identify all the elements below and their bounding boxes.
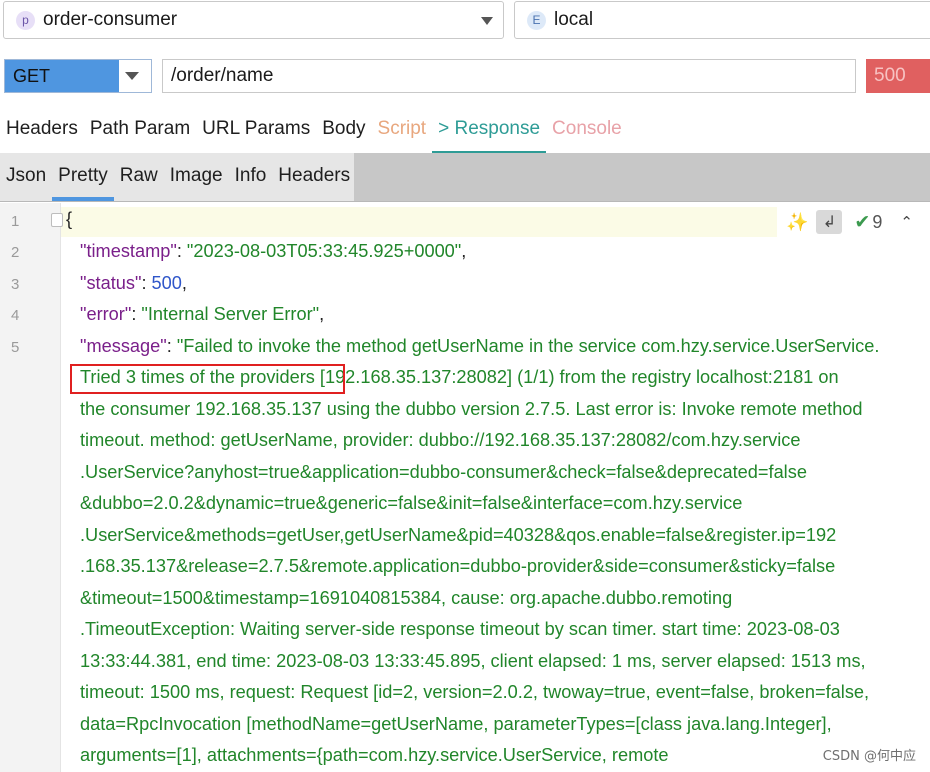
message-wrap-line: timeout. method: getUserName, provider: … [80,430,801,450]
project-badge-icon: p [16,10,35,30]
message-wrap-line: .TimeoutException: Waiting server-side r… [80,619,840,639]
message-wrap-line: .168.35.137&release=2.7.5&remote.applica… [80,556,836,576]
message-wrap-line: .UserService&methods=getUser,getUserName… [80,525,837,545]
json-key: "message" [80,336,167,356]
tab-body[interactable]: Body [316,112,371,148]
tab-url-params[interactable]: URL Params [196,112,316,148]
line-number: 4 [11,307,20,324]
json-line-status: "status": 500, [80,273,187,293]
fold-icon[interactable] [51,213,63,227]
json-key: "status" [80,273,142,293]
issue-count: 9 [872,211,883,232]
chevron-down-icon[interactable] [481,17,493,25]
tab-pretty[interactable]: Pretty [52,153,114,201]
project-select-value: order-consumer [43,9,178,30]
tab-script[interactable]: Script [372,112,433,148]
tab-image[interactable]: Image [164,153,229,201]
tab-info[interactable]: Info [229,153,273,201]
message-wrap-line: the consumer 192.168.35.137 using the du… [80,399,863,419]
environment-select[interactable]: E local [514,1,930,39]
line-number: 3 [11,276,20,293]
status-code-badge: 500 [866,59,930,93]
message-wrap-line: &timeout=1500&timestamp=1691040815384, c… [80,588,733,608]
json-key: "error" [80,304,132,324]
chevron-down-icon[interactable] [125,72,139,80]
json-key: "timestamp" [80,241,177,261]
message-wrap-line: timeout: 1500 ms, request: Request [id=2… [80,682,870,702]
check-icon[interactable]: ✔ [854,211,870,234]
json-number: 500 [151,273,182,293]
json-string: "Failed to invoke the method getUserName… [176,336,880,356]
soft-wrap-icon[interactable]: ↲ [816,210,843,234]
line-number: 1 [11,213,20,230]
url-input[interactable] [162,59,856,93]
current-line-highlight [61,207,777,237]
annotation-highlight-box [70,364,345,394]
line-number-gutter: 1 2 3 4 5 [0,203,61,772]
message-wrap-line: .UserService?anyhost=true&application=du… [80,462,807,482]
message-wrap-line: arguments=[1], attachments={path=com.hzy… [80,745,669,765]
tab-json[interactable]: Json [0,153,52,201]
json-line-error: "error": "Internal Server Error", [80,304,325,324]
tab-console[interactable]: Console [546,112,628,148]
watermark: CSDN @何中应 [822,749,916,764]
line-number: 5 [11,339,20,356]
request-tabs: Headers Path Param URL Params Body Scrip… [0,112,930,154]
response-view-tabs: Json Pretty Raw Image Info Headers [0,153,930,202]
json-line-timestamp: "timestamp": "2023-08-03T05:33:45.925+00… [80,241,467,261]
magic-wand-icon[interactable]: ✨ [786,212,808,233]
message-wrap-line: &dubbo=2.0.2&dynamic=true&generic=false&… [80,493,743,513]
tab-response-headers[interactable]: Headers [272,153,356,201]
chevron-up-icon[interactable]: ⌃ [900,213,913,231]
json-open-brace: { [66,209,73,229]
tab-raw[interactable]: Raw [114,153,164,201]
http-method-select[interactable]: GET [4,59,152,93]
message-wrap-line: 13:33:44.381, end time: 2023-08-03 13:33… [80,651,866,671]
environment-badge-icon: E [527,10,546,30]
environment-select-value: local [554,9,594,30]
tab-path-param[interactable]: Path Param [84,112,196,148]
project-select[interactable]: p order-consumer [3,1,504,39]
editor-toolbar: ✨ ↲ ✔ 9 ⌃ [778,207,930,237]
json-string: "Internal Server Error" [141,304,320,324]
json-line-message: "message": "Failed to invoke the method … [80,336,880,356]
json-string: "2023-08-03T05:33:45.925+0000" [186,241,462,261]
line-number: 2 [11,244,20,261]
http-method-value: GET [5,60,119,92]
tab-response[interactable]: > Response [432,112,547,154]
response-editor[interactable]: 1 2 3 4 5 ✨ ↲ ✔ 9 ⌃ { "timestamp": "2023… [0,203,930,772]
tab-headers[interactable]: Headers [0,112,84,148]
message-wrap-line: data=RpcInvocation [methodName=getUserNa… [80,714,832,734]
